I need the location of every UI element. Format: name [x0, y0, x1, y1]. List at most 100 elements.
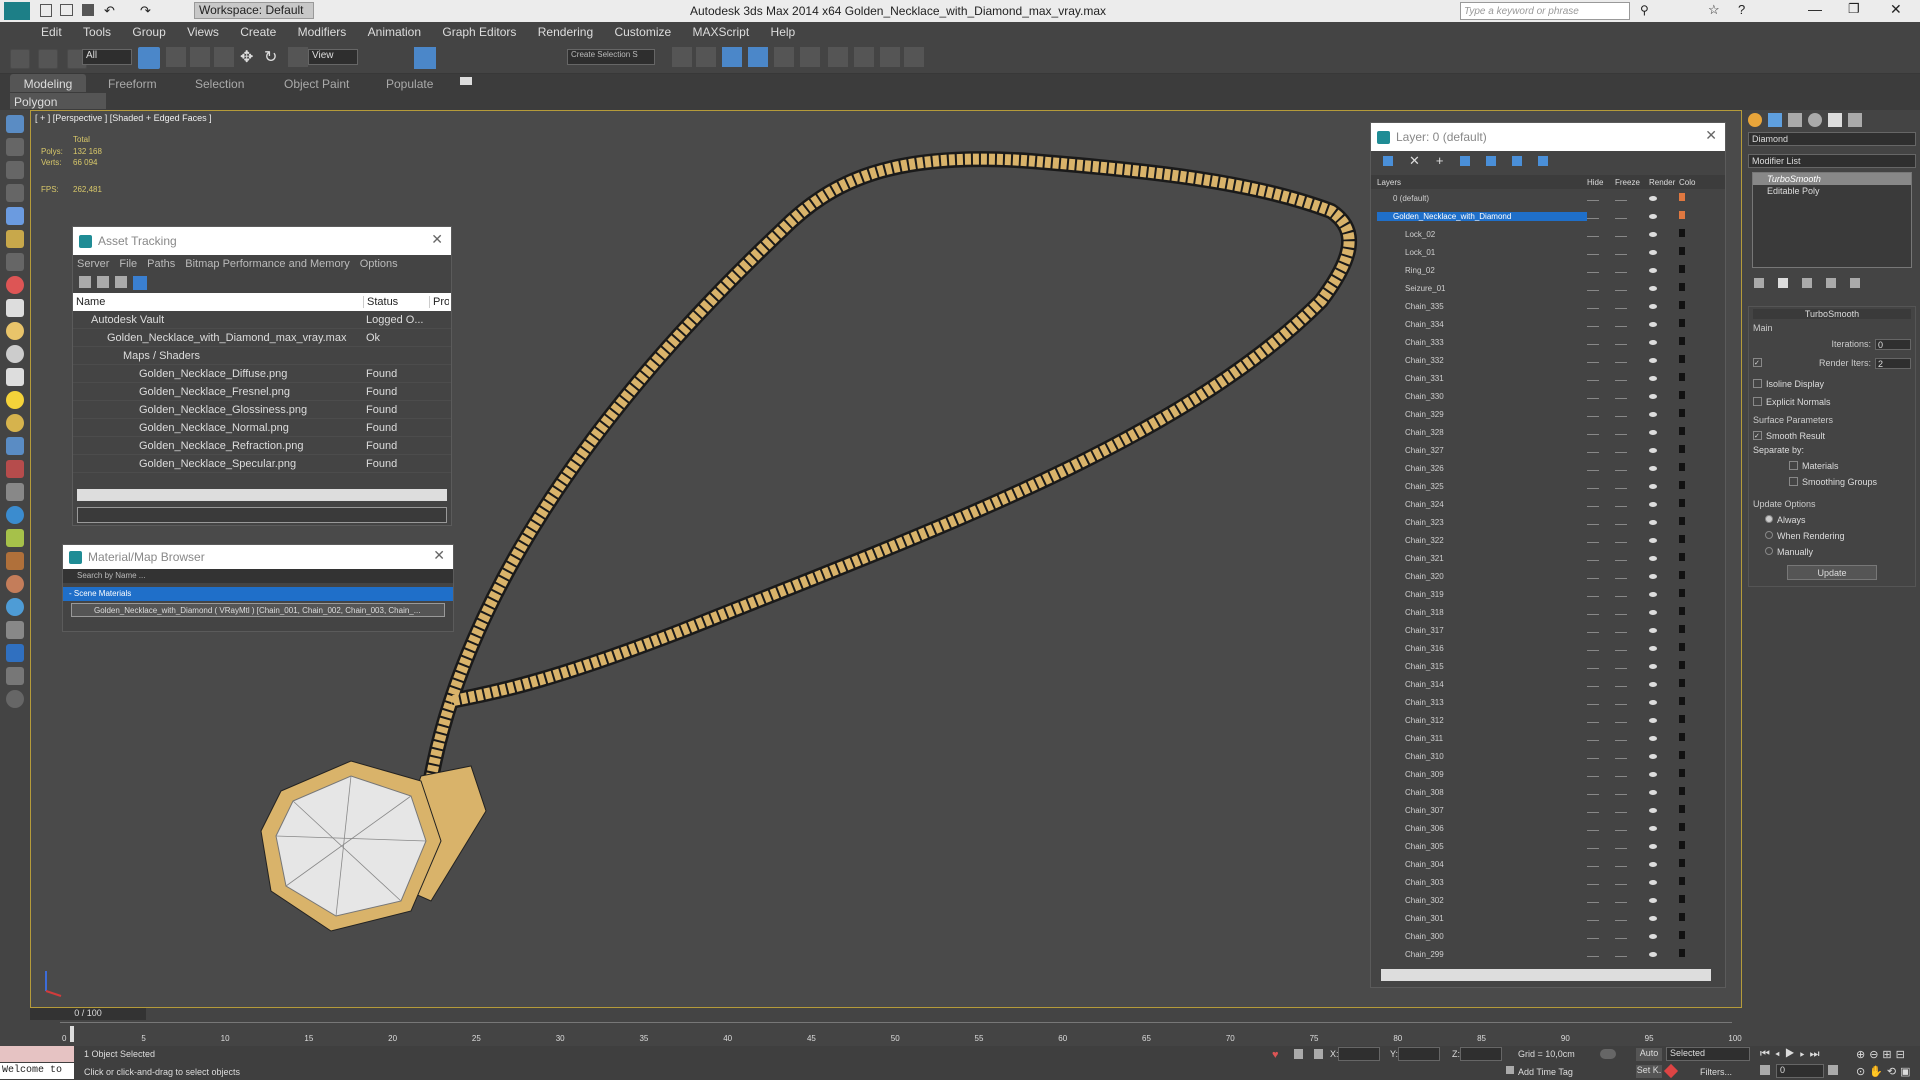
render-toggle[interactable] — [1649, 428, 1679, 437]
utilities-icon[interactable] — [6, 230, 24, 248]
render-icon[interactable] — [6, 644, 24, 662]
hide-toggle[interactable] — [1587, 806, 1615, 815]
viewport-nav-orbit-icons[interactable]: ⊙✋⟲▣ — [1856, 1065, 1915, 1078]
asset-path-field[interactable] — [77, 507, 447, 523]
sphere-icon[interactable] — [6, 276, 24, 294]
table-row[interactable]: Golden_Necklace_Refraction.png Found — [73, 437, 451, 455]
menu-modifiers[interactable]: Modifiers — [289, 22, 356, 42]
layer-row[interactable]: Ring_02 — [1377, 261, 1719, 279]
layer-color-swatch[interactable] — [1679, 589, 1691, 599]
freeze-toggle[interactable] — [1615, 752, 1649, 761]
layer-color-swatch[interactable] — [1679, 643, 1691, 653]
column-hide[interactable]: Hide — [1587, 178, 1615, 187]
set-key-button[interactable]: Set K. — [1636, 1065, 1662, 1078]
freeze-toggle[interactable] — [1615, 302, 1649, 311]
hierarchy-tab-icon[interactable] — [1788, 113, 1802, 127]
layer-color-swatch[interactable] — [1679, 553, 1691, 563]
layer-color-swatch[interactable] — [1679, 715, 1691, 725]
display-icon[interactable] — [6, 207, 24, 225]
torus-icon[interactable] — [6, 322, 24, 340]
hide-toggle[interactable] — [1587, 536, 1615, 545]
search-input[interactable]: Type a keyword or phrase — [1460, 2, 1630, 20]
layer-row[interactable]: Chain_307 — [1377, 801, 1719, 819]
freeze-toggle[interactable] — [1615, 194, 1649, 203]
key-icon[interactable] — [1600, 1049, 1616, 1059]
render-toggle[interactable] — [1649, 482, 1679, 491]
help-icon[interactable]: ? — [1738, 2, 1745, 17]
layer-row[interactable]: Lock_02 — [1377, 225, 1719, 243]
curve-editor-icon[interactable] — [774, 47, 794, 67]
hide-toggle[interactable] — [1587, 284, 1615, 293]
ribbon-toggle-icon[interactable] — [748, 47, 768, 67]
layer-row[interactable]: Chain_330 — [1377, 387, 1719, 405]
material-editor-icon[interactable] — [828, 47, 848, 67]
layer-color-swatch[interactable] — [1679, 787, 1691, 797]
freeze-toggle[interactable] — [1615, 464, 1649, 473]
hide-toggle[interactable] — [1587, 302, 1615, 311]
render-toggle[interactable] — [1649, 698, 1679, 707]
layer-color-swatch[interactable] — [1679, 751, 1691, 761]
layer-color-swatch[interactable] — [1679, 265, 1691, 275]
iterations-spinner[interactable]: 0 — [1875, 339, 1911, 350]
hide-toggle[interactable] — [1587, 428, 1615, 437]
freeze-toggle[interactable] — [1615, 680, 1649, 689]
column-freeze[interactable]: Freeze — [1615, 178, 1649, 187]
app-logo-icon[interactable] — [4, 2, 30, 20]
teapot-icon[interactable] — [6, 345, 24, 363]
freeze-toggle[interactable] — [1615, 734, 1649, 743]
render-toggle[interactable] — [1649, 536, 1679, 545]
move-icon[interactable]: ✥ — [240, 47, 253, 67]
hide-toggle[interactable] — [1587, 554, 1615, 563]
layer-row[interactable]: 0 (default) — [1377, 189, 1719, 207]
layer-row[interactable]: Chain_329 — [1377, 405, 1719, 423]
render-toggle[interactable] — [1649, 644, 1679, 653]
freeze-toggle[interactable] — [1615, 230, 1649, 239]
paint-icon[interactable] — [6, 253, 24, 271]
material-item[interactable]: Golden_Necklace_with_Diamond ( VRayMtl )… — [71, 603, 445, 617]
hide-toggle[interactable] — [1587, 212, 1615, 221]
snap-toggle-icon[interactable] — [414, 47, 436, 69]
layer-color-swatch[interactable] — [1679, 517, 1691, 527]
layer-color-swatch[interactable] — [1679, 571, 1691, 581]
layer-row[interactable]: Chain_320 — [1377, 567, 1719, 585]
render-toggle[interactable] — [1649, 878, 1679, 887]
freeze-toggle[interactable] — [1615, 374, 1649, 383]
hide-toggle[interactable] — [1587, 752, 1615, 761]
freeze-toggle[interactable] — [1615, 482, 1649, 491]
freeze-toggle[interactable] — [1615, 626, 1649, 635]
hide-toggle[interactable] — [1587, 266, 1615, 275]
hide-toggle[interactable] — [1587, 770, 1615, 779]
freeze-toggle[interactable] — [1615, 716, 1649, 725]
asset-menu-options[interactable]: Options — [360, 258, 398, 270]
render-toggle[interactable] — [1649, 752, 1679, 761]
freeze-toggle[interactable] — [1615, 662, 1649, 671]
key-mode-icon[interactable] — [1760, 1065, 1770, 1075]
cactus-icon[interactable] — [6, 529, 24, 547]
configure-sets-icon[interactable] — [1850, 278, 1860, 288]
layer-color-swatch[interactable] — [1679, 679, 1691, 689]
column-render[interactable]: Render — [1649, 178, 1679, 187]
freeze-toggle[interactable] — [1615, 428, 1649, 437]
layer-row[interactable]: Chain_321 — [1377, 549, 1719, 567]
column-name[interactable]: Name — [73, 296, 363, 308]
render-toggle[interactable] — [1649, 392, 1679, 401]
layer-row[interactable]: Chain_333 — [1377, 333, 1719, 351]
render-iters-checkbox[interactable]: ✓ — [1753, 358, 1762, 367]
hide-toggle[interactable] — [1587, 914, 1615, 923]
polygon-modeling-panel[interactable]: Polygon Modeling — [10, 93, 106, 123]
freeze-toggle[interactable] — [1615, 410, 1649, 419]
hide-toggle[interactable] — [1587, 932, 1615, 941]
hide-toggle[interactable] — [1587, 626, 1615, 635]
cone-icon[interactable] — [6, 368, 24, 386]
hide-toggle[interactable] — [1587, 230, 1615, 239]
render-toggle[interactable] — [1649, 446, 1679, 455]
layer-color-swatch[interactable] — [1679, 877, 1691, 887]
horizontal-scrollbar[interactable] — [77, 489, 447, 501]
current-frame-field[interactable]: 0 — [1776, 1064, 1824, 1078]
render-toggle[interactable] — [1649, 374, 1679, 383]
restore-icon[interactable]: ❐ — [1848, 1, 1860, 17]
layer-manager-titlebar[interactable]: Layer: 0 (default) ✕ — [1371, 123, 1725, 151]
freeze-toggle[interactable] — [1615, 320, 1649, 329]
render-toggle[interactable] — [1649, 626, 1679, 635]
layer-row[interactable]: Chain_299 — [1377, 945, 1719, 963]
